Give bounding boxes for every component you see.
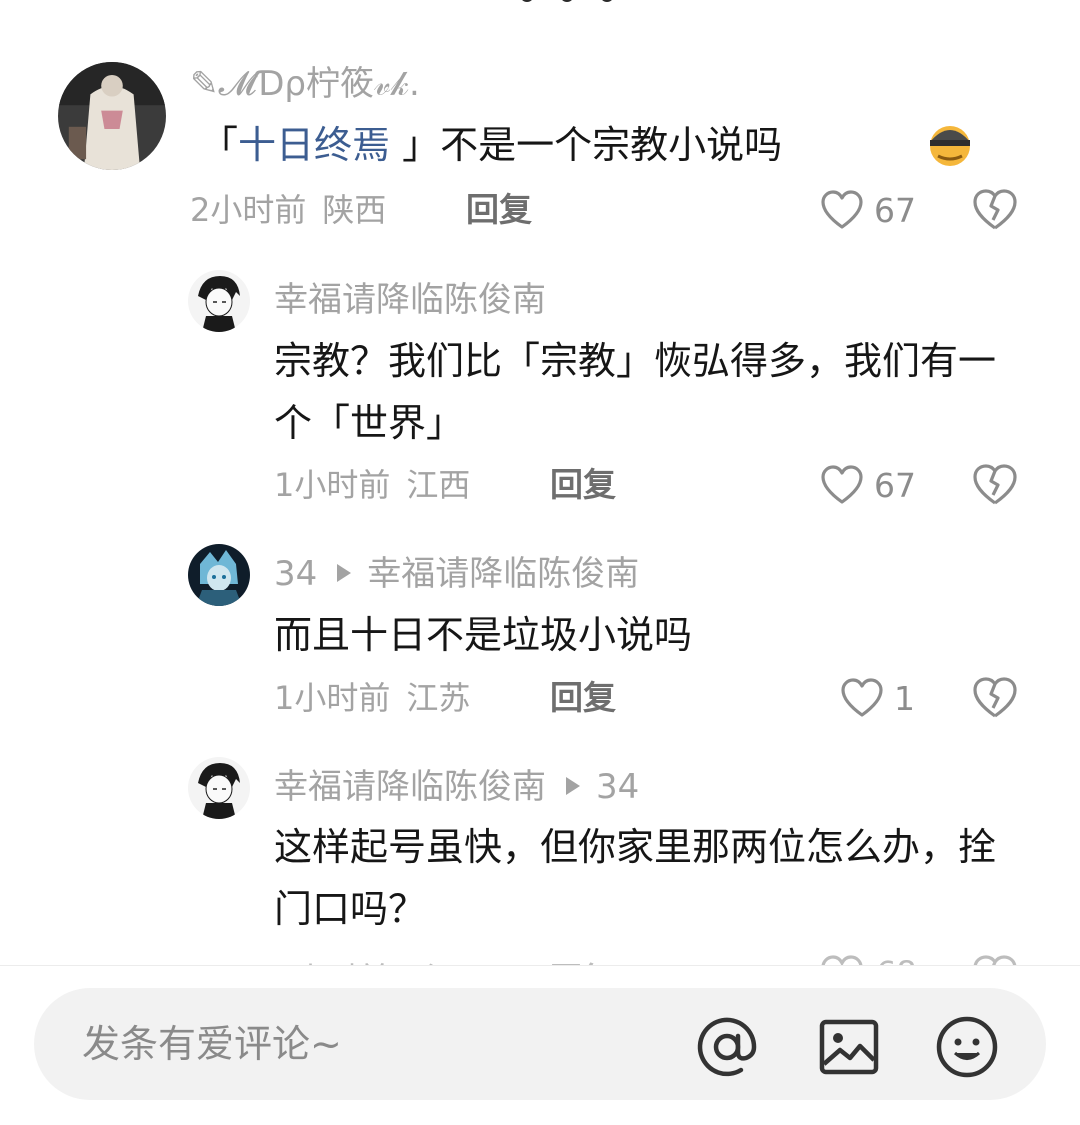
- username[interactable]: 34 幸福请降临陈俊南: [274, 552, 639, 596]
- helmet-emoji-icon: [924, 116, 976, 168]
- username[interactable]: 幸福请降临陈俊南 34: [274, 765, 639, 809]
- dislike-button[interactable]: [972, 188, 1018, 232]
- like-button[interactable]: 67: [820, 188, 916, 232]
- comment-text: 这样起号虽快，但你家里那两位怎么办，拴门口吗？: [274, 825, 997, 931]
- dislike-button[interactable]: [972, 463, 1018, 507]
- avatar[interactable]: [188, 757, 250, 819]
- heart-icon: [821, 465, 863, 504]
- reply-button[interactable]: 回复: [550, 463, 616, 507]
- location: 江苏: [406, 679, 471, 717]
- avatar-anime-blue: [188, 544, 250, 606]
- reply-arrow-icon: [337, 563, 352, 582]
- reply-button[interactable]: 回复: [466, 188, 532, 232]
- comment-text: 宗教？我们比「宗教」恢弘得多，我们有一个「世界」: [274, 339, 997, 445]
- timestamp: 2小时前: [190, 191, 307, 229]
- comment-input-bar: 发条有爱评论~: [0, 965, 1080, 1125]
- avatar[interactable]: [188, 544, 250, 606]
- heart-icon: [821, 190, 863, 229]
- location: 江西: [406, 466, 471, 504]
- reply-button[interactable]: 回复: [550, 676, 616, 720]
- reply-to-user: 幸福请降临陈俊南: [367, 554, 640, 594]
- comment-meta: 2小时前 陕西: [190, 188, 386, 232]
- book-link[interactable]: 十日终焉: [238, 123, 390, 167]
- timestamp: 1小时前: [274, 679, 391, 717]
- username[interactable]: 幸福请降临陈俊南: [274, 278, 546, 322]
- avatar-photo: [58, 62, 166, 170]
- broken-heart-icon: [973, 464, 1017, 505]
- avatar-anime-boy: [188, 757, 250, 819]
- like-count: 67: [874, 465, 916, 505]
- comment-meta: 1小时前 江苏: [274, 676, 470, 720]
- comment-meta: 1小时前 江西: [274, 463, 470, 507]
- comment-text: 而且十日不是垃圾小说吗: [274, 613, 693, 657]
- like-button[interactable]: 1: [840, 676, 915, 720]
- reply-to-user: 34: [596, 767, 640, 807]
- emoji-icon[interactable]: [934, 1014, 1000, 1080]
- dislike-button[interactable]: [972, 676, 1018, 720]
- like-count: 1: [894, 678, 915, 718]
- comment-input-placeholder: 发条有爱评论~: [82, 1022, 342, 1066]
- broken-heart-icon: [973, 677, 1017, 718]
- location: 陕西: [322, 191, 387, 229]
- reply-arrow-icon: [566, 776, 580, 795]
- comment-4-meta-clipped: 1小时前 江西 回复 68: [0, 940, 1080, 966]
- image-icon[interactable]: [816, 1014, 882, 1080]
- like-button[interactable]: 67: [820, 463, 916, 507]
- avatar-anime-boy: [188, 270, 250, 332]
- comment-text: 「十日终焉 」不是一个宗教小说吗: [200, 123, 783, 167]
- like-count: 67: [874, 190, 916, 230]
- broken-heart-icon: [973, 189, 1017, 230]
- comment-input[interactable]: 发条有爱评论~: [34, 988, 1046, 1100]
- timestamp: 1小时前: [274, 466, 391, 504]
- avatar[interactable]: [58, 62, 166, 170]
- heart-icon: [841, 678, 883, 717]
- avatar[interactable]: [188, 270, 250, 332]
- scrolled-off-content: [520, 0, 650, 6]
- username[interactable]: ✎𝓜Ɗρ柠筱𝓋𝓀.: [190, 62, 420, 106]
- at-icon[interactable]: [694, 1014, 760, 1080]
